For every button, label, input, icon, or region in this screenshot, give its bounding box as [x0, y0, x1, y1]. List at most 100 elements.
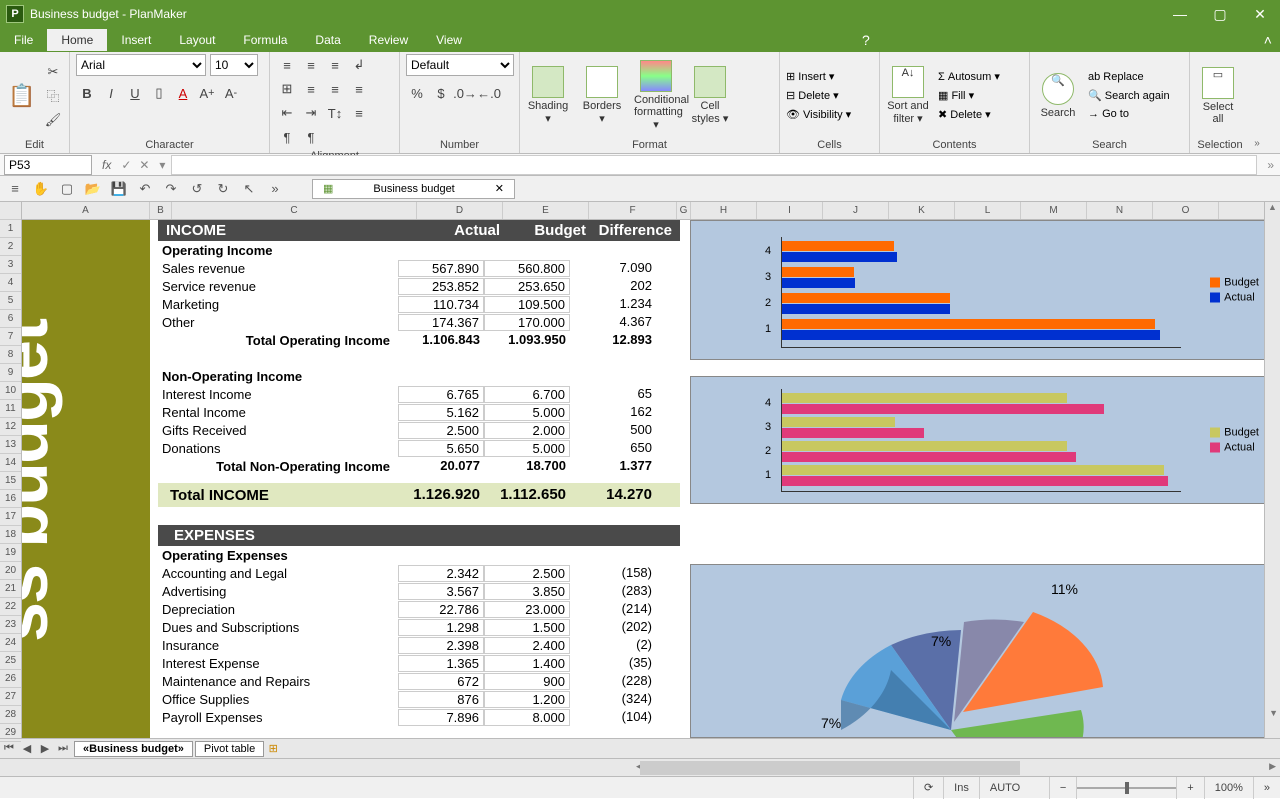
- fill-button[interactable]: ▦ Fill ▾: [938, 89, 1000, 102]
- rtl-button[interactable]: ¶: [276, 126, 298, 148]
- tab-nav-first-icon[interactable]: ⏮: [0, 742, 18, 755]
- table-row[interactable]: Marketing110.734109.5001.234: [158, 295, 680, 313]
- maximize-button[interactable]: ▢: [1200, 0, 1240, 28]
- replace-button[interactable]: ab Replace: [1088, 71, 1170, 83]
- cell-reference-input[interactable]: [4, 155, 92, 175]
- qat-save-icon[interactable]: 💾: [110, 180, 128, 198]
- tab-nav-next-icon[interactable]: ▶: [36, 742, 54, 755]
- chart-expenses-pie[interactable]: 11% 7% 7%: [690, 564, 1264, 738]
- collapse-ribbon-icon[interactable]: ˄: [1256, 32, 1280, 48]
- tab-nav-prev-icon[interactable]: ◀: [18, 742, 36, 755]
- cells-insert-button[interactable]: ⊞ Insert ▾: [786, 70, 851, 83]
- menu-layout[interactable]: Layout: [165, 29, 229, 51]
- table-row[interactable]: Gifts Received2.5002.000500: [158, 421, 680, 439]
- align-justify-button[interactable]: ≡: [348, 102, 370, 124]
- qat-more-icon[interactable]: »: [266, 180, 284, 198]
- formula-input[interactable]: [171, 155, 1257, 175]
- sheet-tab-pivot-table[interactable]: Pivot table: [195, 741, 264, 757]
- qat-hand-icon[interactable]: ✋: [32, 180, 50, 198]
- font-color-button[interactable]: A: [172, 82, 194, 104]
- indent-inc-button[interactable]: ⇥: [300, 102, 322, 124]
- table-row[interactable]: Other174.367170.0004.367: [158, 313, 680, 331]
- contents-delete-button[interactable]: ✖ Delete ▾: [938, 108, 1000, 121]
- qat-open-icon[interactable]: 📂: [84, 180, 102, 198]
- table-row[interactable]: Interest Income6.7656.70065: [158, 385, 680, 403]
- align-top-button[interactable]: ≡: [276, 54, 298, 76]
- grow-font-button[interactable]: A+: [196, 82, 218, 104]
- qat-undo2-icon[interactable]: ↺: [188, 180, 206, 198]
- table-row[interactable]: Sales revenue567.890560.8007.090: [158, 259, 680, 277]
- align-bottom-button[interactable]: ≡: [324, 54, 346, 76]
- menu-formula[interactable]: Formula: [229, 29, 301, 51]
- percent-button[interactable]: %: [406, 82, 428, 104]
- goto-button[interactable]: → Go to: [1088, 108, 1170, 120]
- table-row[interactable]: Dues and Subscriptions1.2981.500(202): [158, 618, 680, 636]
- shading-button[interactable]: Shading ▾: [526, 66, 570, 125]
- formula-accept-icon[interactable]: ✓: [117, 158, 135, 172]
- search-again-button[interactable]: 🔍 Search again: [1088, 89, 1170, 102]
- table-row[interactable]: Donations5.6505.000650: [158, 439, 680, 457]
- menu-review[interactable]: Review: [355, 29, 422, 51]
- cells[interactable]: ss budget INCOME Actual Budget Differenc…: [22, 220, 1264, 738]
- row-headers[interactable]: 1234567891011121314151617181920212223242…: [0, 202, 22, 738]
- indent-dec-button[interactable]: ⇤: [276, 102, 298, 124]
- minimize-button[interactable]: —: [1160, 0, 1200, 28]
- close-button[interactable]: ✕: [1240, 0, 1280, 28]
- menu-file[interactable]: File: [0, 29, 47, 51]
- align-middle-button[interactable]: ≡: [300, 54, 322, 76]
- status-recalc-icon[interactable]: ⟳: [913, 777, 943, 799]
- table-row[interactable]: Office Supplies8761.200(324): [158, 690, 680, 708]
- qat-redo2-icon[interactable]: ↻: [214, 180, 232, 198]
- zoom-out-button[interactable]: −: [1049, 777, 1076, 799]
- autosum-button[interactable]: Σ Autosum ▾: [938, 70, 1000, 83]
- table-row[interactable]: Depreciation22.78623.000(214): [158, 600, 680, 618]
- cut-button[interactable]: ✂: [42, 61, 64, 83]
- zoom-in-button[interactable]: +: [1176, 777, 1203, 799]
- zoom-level[interactable]: 100%: [1204, 777, 1253, 799]
- align-left-button[interactable]: ≡: [300, 78, 322, 100]
- document-tab-close-icon[interactable]: ✕: [495, 182, 504, 195]
- table-row[interactable]: Insurance2.3982.400(2): [158, 636, 680, 654]
- status-ins[interactable]: Ins: [943, 777, 979, 799]
- chart-nonop-income[interactable]: 1234 Budget Actual: [690, 376, 1264, 504]
- bold-button[interactable]: B: [76, 82, 98, 104]
- sort-filter-button[interactable]: A↓Sort and filter ▾: [886, 66, 930, 125]
- underline-button[interactable]: U: [124, 82, 146, 104]
- ltr-button[interactable]: ¶: [300, 126, 322, 148]
- sheet-tab-business-budget[interactable]: «Business budget»: [74, 741, 193, 757]
- status-overflow-icon[interactable]: »: [1253, 777, 1280, 799]
- menu-view[interactable]: View: [422, 29, 476, 51]
- qat-pointer-icon[interactable]: ↖: [240, 180, 258, 198]
- document-tab[interactable]: ▦ Business budget ✕: [312, 179, 515, 199]
- table-row[interactable]: Accounting and Legal2.3422.500(158): [158, 564, 680, 582]
- formula-cancel-icon[interactable]: ✕: [135, 158, 153, 172]
- qat-redo-icon[interactable]: ↷: [162, 180, 180, 198]
- borders-button[interactable]: Borders ▾: [580, 66, 624, 125]
- formula-expand-icon[interactable]: »: [1261, 158, 1280, 172]
- chart-operating-income[interactable]: 1234 Budget Actual: [690, 220, 1264, 360]
- wrap-text-button[interactable]: ↲: [348, 54, 370, 76]
- highlight-button[interactable]: ▯: [148, 82, 170, 104]
- table-row[interactable]: Rental Income5.1625.000162: [158, 403, 680, 421]
- paste-button[interactable]: 📋: [6, 76, 38, 116]
- dec-inc-button[interactable]: .0→: [454, 82, 476, 104]
- formula-dropdown-icon[interactable]: ▾: [153, 158, 171, 172]
- cells-delete-button[interactable]: ⊟ Delete ▾: [786, 89, 851, 102]
- qat-new-icon[interactable]: ▢: [58, 180, 76, 198]
- menu-insert[interactable]: Insert: [107, 29, 165, 51]
- column-headers[interactable]: ABCDEFGHIJKLMNO: [22, 202, 1264, 220]
- conditional-formatting-button[interactable]: Conditional formatting ▾: [634, 60, 678, 131]
- font-size-select[interactable]: 10: [210, 54, 258, 76]
- menu-home[interactable]: Home: [47, 29, 107, 51]
- tab-nav-last-icon[interactable]: ⏭: [54, 742, 72, 755]
- qat-undo-icon[interactable]: ↶: [136, 180, 154, 198]
- align-right-button[interactable]: ≡: [348, 78, 370, 100]
- select-all-button[interactable]: ▭Select all: [1196, 67, 1240, 125]
- help-icon[interactable]: ?: [854, 32, 878, 48]
- merge-button[interactable]: ⊞: [276, 78, 298, 100]
- number-format-select[interactable]: Default: [406, 54, 514, 76]
- shrink-font-button[interactable]: A-: [220, 82, 242, 104]
- status-auto[interactable]: AUTO: [979, 777, 1049, 799]
- table-row[interactable]: Maintenance and Repairs672900(228): [158, 672, 680, 690]
- dec-dec-button[interactable]: ←.0: [478, 82, 500, 104]
